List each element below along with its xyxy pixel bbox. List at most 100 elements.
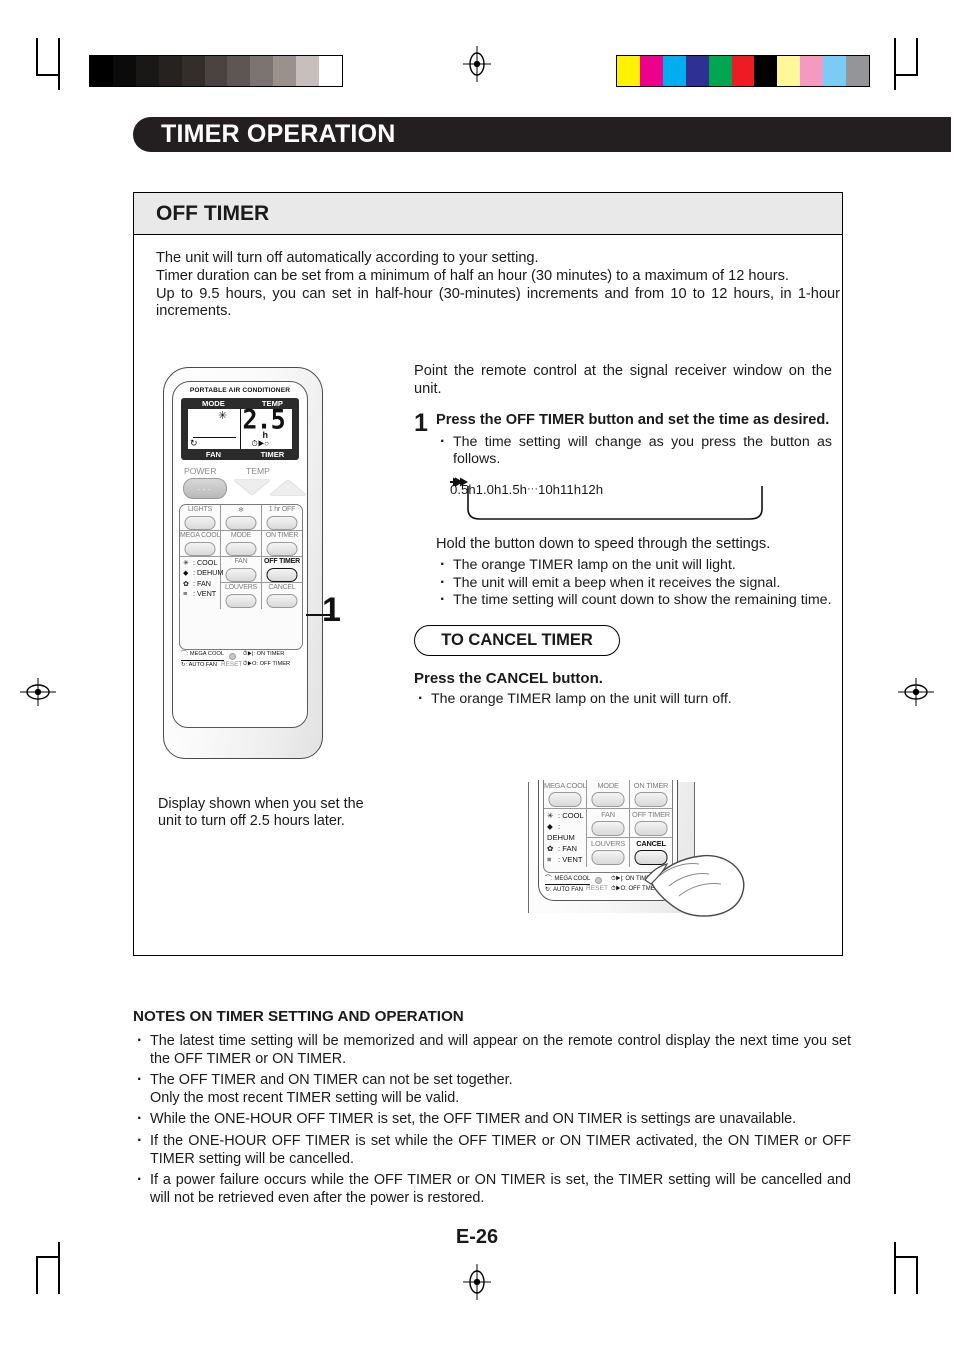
step-1-body: Press the OFF TIMER button and set the t…	[414, 412, 832, 708]
hold-bullet-2: The unit will emit a beep when it receiv…	[436, 574, 832, 592]
intro-line-1: The unit will turn off automatically acc…	[156, 250, 539, 266]
louvers-button[interactable]: LOUVERS	[221, 583, 262, 609]
detail-bottom-legend-left: ⌒: MEGA COOL ↻: AUTO FAN	[545, 874, 591, 895]
seq-label-5: 11h	[560, 481, 582, 497]
grayscale-swatch-2	[135, 56, 159, 86]
off-timer-key[interactable]	[266, 568, 298, 582]
mega-cool-key[interactable]	[184, 542, 216, 556]
fan-key[interactable]	[225, 568, 257, 582]
grayscale-swatch-10	[319, 56, 342, 86]
on-timer-button[interactable]: ON TIMER	[262, 531, 302, 557]
step-1-title: Press the OFF TIMER button and set the t…	[436, 412, 830, 429]
snowflake-button-key[interactable]	[225, 516, 257, 530]
detail-mega-cool-legend-text: : MEGA COOL	[551, 876, 591, 882]
detail-on-timer-key[interactable]	[634, 792, 668, 807]
color-swatch-8	[800, 56, 824, 86]
pointing-hand-icon	[643, 840, 747, 925]
detail-mode-legend-cell: ✳: COOL ◆: DEHUM ✿: FAN ≡: VENT	[544, 809, 587, 867]
crop-mark-bl-v2	[58, 1242, 60, 1294]
grayscale-swatch-5	[204, 56, 228, 86]
lead-paragraph: Point the remote control at the signal r…	[414, 363, 832, 397]
step-1-bullet-1: The time setting will change as you pres…	[436, 433, 832, 468]
detail-louvers-button[interactable]: LOUVERS	[587, 838, 630, 867]
detail-off-timer-key[interactable]	[634, 821, 668, 836]
temp-down-button[interactable]	[234, 480, 270, 495]
registration-target-right	[898, 678, 934, 706]
note-item-2: The OFF TIMER and ON TIMER can not be se…	[133, 1071, 851, 1107]
legend-off-timer: ⏱▶O: OFF TIMER	[243, 660, 290, 670]
lights-button-key[interactable]	[184, 516, 216, 530]
power-button[interactable]: ···	[183, 478, 227, 499]
mode-key[interactable]	[225, 542, 257, 556]
hold-bullet-1: The orange TIMER lamp on the unit will l…	[436, 556, 832, 574]
step-1-bullets: The time setting will change as you pres…	[436, 433, 832, 468]
detail-reset-button[interactable]	[595, 877, 602, 884]
snowflake-button[interactable]: ❄	[221, 505, 262, 531]
grayscale-swatch-4	[181, 56, 205, 86]
crop-mark-tl-v	[36, 38, 38, 76]
note-item-5: If a power failure occurs while the OFF …	[133, 1171, 851, 1207]
louvers-key[interactable]	[225, 594, 257, 608]
detail-mode-key[interactable]	[591, 792, 625, 807]
fan-symbol-icon: ✿	[183, 578, 190, 588]
one-hour-off-key[interactable]	[266, 516, 298, 530]
fan-button[interactable]: FAN	[221, 557, 262, 583]
lcd-header-mode: MODE	[202, 399, 225, 408]
crop-mark-tr-h	[896, 74, 918, 76]
power-temp-row: POWER TEMP ···	[180, 466, 306, 502]
grayscale-swatch-3	[158, 56, 182, 86]
detail-mega-cool-key[interactable]	[548, 792, 582, 807]
temp-label: TEMP	[246, 466, 270, 476]
one-hour-off-button[interactable]: 1 hr OFF	[262, 505, 302, 531]
to-cancel-timer-badge: TO CANCEL TIMER	[414, 625, 620, 657]
detail-louvers-label: LOUVERS	[591, 839, 625, 848]
mode-button[interactable]: MODE	[221, 531, 262, 557]
timer-sequence-diagram: 0.5h 1.0h 1.5h ··· 10h 11h 12h	[450, 477, 780, 523]
mega-cool-button[interactable]: MEGA COOL	[180, 531, 221, 557]
lcd-right-pane: 2.5 h ⏱▶○	[241, 406, 293, 449]
lcd-screen: ✳ ↻ 2.5 h ⏱▶○	[188, 406, 293, 449]
reset-label: RESET	[221, 661, 243, 668]
grayscale-calibration-bar	[89, 55, 343, 87]
detail-reset-label: RESET	[586, 885, 608, 892]
detail-fan-key[interactable]	[591, 821, 625, 836]
detail-on-timer-button[interactable]: ON TIMER	[630, 780, 672, 809]
color-swatch-9	[823, 56, 847, 86]
off-timer-legend-text: : OFF TIMER	[256, 660, 291, 667]
page-number: E-26	[455, 1226, 499, 1248]
temp-up-button[interactable]	[270, 480, 306, 495]
detail-fan-button[interactable]: FAN	[587, 809, 630, 838]
color-swatch-2	[662, 56, 686, 86]
cancel-bullets: The orange TIMER lamp on the unit will t…	[414, 690, 832, 708]
vent-text: : VENT	[193, 588, 217, 598]
cancel-key[interactable]	[266, 594, 298, 608]
color-swatch-6	[754, 56, 778, 86]
section-header: OFF TIMER	[133, 192, 843, 235]
reset-button[interactable]	[229, 653, 236, 660]
display-caption: Display shown when you set the unit to t…	[158, 796, 364, 830]
detail-legend-dehum: ◆: DEHUM	[547, 821, 586, 843]
lights-button[interactable]: LIGHTS	[180, 505, 221, 531]
lights-button-label: LIGHTS	[187, 506, 213, 513]
crop-mark-bl-h	[36, 1256, 58, 1258]
on-timer-key[interactable]	[266, 542, 298, 556]
auto-fan-legend-text: : AUTO FAN	[185, 661, 217, 668]
detail-mega-cool-button[interactable]: MEGA COOL	[544, 780, 587, 809]
remote-brand-label: PORTABLE AIR CONDITIONER	[189, 387, 291, 394]
auto-fan-icon: ↻	[190, 438, 198, 448]
detail-legend-vent: ≡: VENT	[547, 854, 586, 865]
detail-louvers-key[interactable]	[591, 850, 625, 865]
mode-legend-cool: ✳: COOL	[183, 558, 223, 568]
detail-legend-fan: ✿: FAN	[547, 843, 586, 854]
detail-mode-button[interactable]: MODE	[587, 780, 630, 809]
grayscale-swatch-0	[90, 56, 113, 86]
detail-dehum-symbol-icon: ◆	[547, 822, 553, 831]
note-item-1: The latest time setting will be memorize…	[133, 1032, 851, 1068]
cancel-button[interactable]: CANCEL	[262, 583, 302, 609]
off-timer-button[interactable]: OFF TIMER	[262, 557, 302, 583]
seq-label-3: 1.5h	[501, 481, 528, 497]
detail-off-timer-button[interactable]: OFF TIMER	[630, 809, 672, 838]
intro-line-2: Timer duration can be set from a minimum…	[156, 267, 789, 284]
press-cancel-heading: Press the CANCEL button.	[414, 670, 603, 688]
cancel-bullet-1: The orange TIMER lamp on the unit will t…	[414, 690, 832, 708]
